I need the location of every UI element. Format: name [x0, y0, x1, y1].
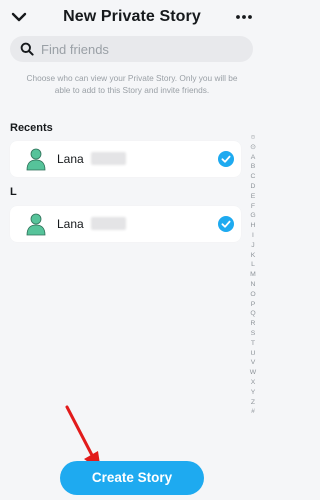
checkmark-icon[interactable] — [218, 151, 234, 167]
avatar-icon — [26, 213, 46, 236]
index-letter[interactable]: I — [246, 231, 260, 241]
page-title: New Private Story — [63, 8, 201, 25]
index-letter[interactable]: P — [246, 300, 260, 310]
friend-row[interactable]: Lana — [10, 206, 241, 242]
friend-row[interactable]: Lana — [10, 141, 241, 177]
friend-name: Lana — [57, 217, 84, 231]
checkmark-icon[interactable] — [218, 216, 234, 232]
index-letter[interactable]: ⊙ — [246, 143, 260, 153]
index-letter[interactable]: L — [246, 260, 260, 270]
index-letter[interactable]: E — [246, 192, 260, 202]
index-letter[interactable]: M — [246, 270, 260, 280]
info-text: Choose who can view your Private Story. … — [26, 73, 238, 95]
index-letter[interactable]: R — [246, 319, 260, 329]
index-letter[interactable]: D — [246, 182, 260, 192]
search-input[interactable] — [41, 41, 241, 57]
alphabet-index[interactable]: ☺ ⊙ A B C D E F G H I J K L M N O P Q R … — [246, 133, 260, 417]
name-redaction — [91, 217, 126, 230]
index-letter[interactable]: W — [246, 368, 260, 378]
search-bar[interactable] — [10, 36, 253, 62]
index-letter[interactable]: B — [246, 162, 260, 172]
create-story-button[interactable]: Create Story — [60, 461, 204, 495]
section-label-l: L — [10, 186, 17, 198]
header: New Private Story — [0, 0, 264, 34]
index-letter[interactable]: F — [246, 202, 260, 212]
index-letter[interactable]: ☺ — [246, 133, 260, 143]
index-letter[interactable]: J — [246, 241, 260, 251]
index-letter[interactable]: Q — [246, 309, 260, 319]
index-letter[interactable]: C — [246, 172, 260, 182]
more-icon[interactable] — [234, 7, 254, 27]
index-letter[interactable]: A — [246, 153, 260, 163]
index-letter[interactable]: Y — [246, 388, 260, 398]
index-letter[interactable]: Z — [246, 398, 260, 408]
section-label-recents: Recents — [10, 122, 53, 134]
index-letter[interactable]: G — [246, 211, 260, 221]
index-letter[interactable]: H — [246, 221, 260, 231]
avatar-icon — [26, 148, 46, 171]
search-icon — [20, 42, 34, 56]
index-letter[interactable]: U — [246, 349, 260, 359]
index-letter[interactable]: O — [246, 290, 260, 300]
index-letter[interactable]: X — [246, 378, 260, 388]
name-redaction — [91, 152, 126, 165]
index-letter[interactable]: T — [246, 339, 260, 349]
index-letter[interactable]: # — [246, 407, 260, 417]
index-letter[interactable]: S — [246, 329, 260, 339]
index-letter[interactable]: V — [246, 358, 260, 368]
index-letter[interactable]: N — [246, 280, 260, 290]
index-letter[interactable]: K — [246, 251, 260, 261]
friend-name: Lana — [57, 152, 84, 166]
